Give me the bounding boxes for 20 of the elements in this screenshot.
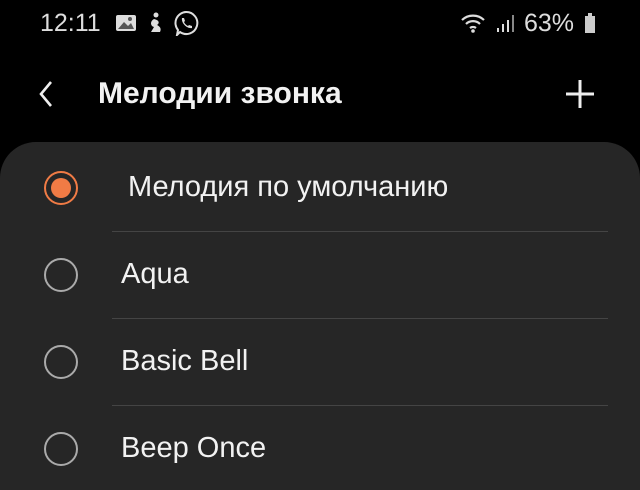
- signal-icon: [496, 13, 514, 33]
- phone-chat-icon: [172, 10, 199, 36]
- screen-title: Мелодии звонка: [98, 77, 342, 111]
- radio-button[interactable]: [44, 258, 78, 292]
- radio-button[interactable]: [44, 344, 78, 378]
- ringtone-item[interactable]: Мелодия по умолчанию: [0, 144, 640, 231]
- radio-button[interactable]: [44, 432, 78, 466]
- battery-icon: [584, 12, 596, 34]
- ringtone-label: Beep Once: [121, 432, 266, 465]
- ringtone-item[interactable]: Basic Bell: [0, 318, 640, 405]
- radio-button[interactable]: [44, 170, 78, 204]
- status-time: 12:11: [40, 8, 101, 38]
- ringtone-item[interactable]: Beep Once: [0, 405, 640, 490]
- ringtone-label: Aqua: [121, 258, 189, 291]
- ringtone-label: Basic Bell: [121, 345, 248, 378]
- battery-percent: 63%: [524, 8, 574, 38]
- image-icon: [114, 13, 137, 33]
- ringtone-label: Мелодия по умолчанию: [128, 171, 448, 204]
- wifi-icon: [460, 13, 486, 33]
- ringtone-item[interactable]: Aqua: [0, 231, 640, 318]
